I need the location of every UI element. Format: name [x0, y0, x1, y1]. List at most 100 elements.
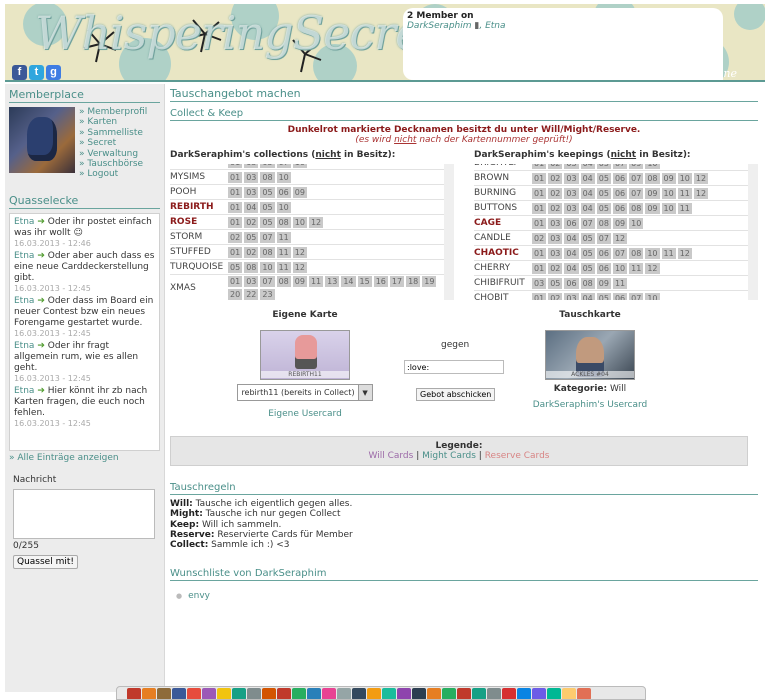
card-number[interactable]: 12: [693, 172, 709, 184]
card-number[interactable]: 04: [244, 201, 259, 213]
card-number[interactable]: 03: [564, 172, 579, 184]
card-number[interactable]: 08: [276, 216, 291, 228]
dock-card-icon[interactable]: [262, 688, 276, 699]
online-user-darkseraphim[interactable]: DarkSeraphim: [407, 21, 472, 31]
card-number[interactable]: 12: [645, 262, 660, 274]
table-row[interactable]: BROWN 01 02 03 04 05 06 07 08 09 10 12: [474, 171, 748, 186]
card-number[interactable]: 02: [548, 164, 563, 169]
dock-card-icon[interactable]: [202, 688, 216, 699]
card-number[interactable]: 02: [548, 262, 563, 274]
card-number[interactable]: 08: [645, 172, 660, 184]
collections-list[interactable]: MINAMI0103050710MYSIMS01030810POOH010305…: [170, 164, 454, 300]
card-number[interactable]: 16: [373, 276, 388, 287]
card-number[interactable]: 06: [596, 262, 611, 274]
card-number[interactable]: 08: [260, 171, 275, 183]
card-number[interactable]: 06: [612, 202, 628, 214]
card-number[interactable]: 18: [406, 276, 421, 287]
dock-card-icon[interactable]: [337, 688, 351, 699]
table-row[interactable]: POOH 01 03 05 06 09: [170, 185, 444, 200]
card-number[interactable]: 09: [292, 186, 307, 198]
card-number[interactable]: 02: [548, 172, 563, 184]
card-number[interactable]: 13: [325, 276, 340, 287]
table-row[interactable]: CHERRY 01 02 04 05 06 10 11 12: [474, 261, 748, 276]
card-number[interactable]: 04: [564, 232, 579, 244]
card-number[interactable]: 12: [612, 232, 628, 244]
dock-card-icon[interactable]: [562, 688, 576, 699]
card-number[interactable]: 08: [629, 202, 644, 214]
card-number[interactable]: 07: [629, 172, 644, 184]
card-number[interactable]: 10: [677, 172, 692, 184]
card-number[interactable]: 05: [228, 261, 243, 273]
card-number[interactable]: 04: [564, 262, 579, 274]
card-number[interactable]: 07: [629, 292, 644, 300]
card-number[interactable]: 03: [564, 202, 579, 214]
card-number[interactable]: 05: [580, 247, 595, 259]
keepings-list[interactable]: BRIGHTLY0102030405070910BROWN01020304050…: [474, 164, 758, 300]
card-number[interactable]: 05: [580, 262, 595, 274]
shout-user[interactable]: Etna: [14, 296, 34, 306]
card-number[interactable]: 09: [645, 202, 660, 214]
card-number[interactable]: 10: [645, 292, 660, 300]
card-number[interactable]: 03: [548, 232, 563, 244]
table-row[interactable]: REBIRTH 01 04 05 10: [170, 200, 444, 215]
card-number[interactable]: 01: [228, 276, 243, 287]
card-number[interactable]: 11: [276, 246, 291, 258]
table-row[interactable]: ROSE 01 02 05 08 10 12: [170, 215, 444, 230]
card-number[interactable]: 07: [612, 247, 628, 259]
google-icon[interactable]: g: [46, 65, 61, 80]
menu-tauschboerse[interactable]: » Tauschbörse: [79, 159, 147, 169]
card-number[interactable]: 06: [596, 247, 611, 259]
card-number[interactable]: 01: [228, 164, 243, 168]
message-textarea[interactable]: [13, 488, 155, 539]
dock-card-icon[interactable]: [292, 688, 306, 699]
trade-message-input[interactable]: [404, 360, 504, 374]
dock-card-icon[interactable]: [532, 688, 546, 699]
card-number[interactable]: 11: [629, 262, 644, 274]
menu-logout[interactable]: » Logout: [79, 169, 147, 179]
card-number[interactable]: 12: [677, 247, 692, 259]
dock-card-icon[interactable]: [277, 688, 291, 699]
card-number[interactable]: 01: [532, 262, 547, 274]
card-number[interactable]: 22: [244, 289, 259, 300]
card-number[interactable]: 09: [292, 276, 307, 287]
card-number[interactable]: 01: [532, 292, 547, 300]
card-number[interactable]: 03: [548, 247, 563, 259]
card-number[interactable]: 05: [596, 164, 611, 169]
dock-card-icon[interactable]: [322, 688, 336, 699]
dock-card-icon[interactable]: [457, 688, 471, 699]
dock-card-icon[interactable]: [307, 688, 321, 699]
card-number[interactable]: 09: [596, 277, 611, 289]
card-number[interactable]: 02: [532, 232, 547, 244]
card-number[interactable]: 10: [645, 164, 660, 169]
card-number[interactable]: 01: [532, 217, 547, 229]
menu-secret[interactable]: » Secret: [79, 138, 147, 148]
card-number[interactable]: 11: [661, 247, 676, 259]
dock-card-icon[interactable]: [352, 688, 366, 699]
legend-reserve[interactable]: Reserve Cards: [485, 451, 550, 461]
shout-user[interactable]: Etna: [14, 341, 34, 351]
card-number[interactable]: 07: [276, 164, 291, 168]
shout-user[interactable]: Etna: [14, 217, 34, 227]
table-row[interactable]: BUTTONS 01 02 03 04 05 06 08 09 10 11: [474, 201, 748, 216]
all-entries-link[interactable]: » Alle Einträge anzeigen: [9, 453, 160, 463]
chevron-down-icon[interactable]: ▼: [357, 385, 372, 400]
twitter-icon[interactable]: t: [29, 65, 44, 80]
card-number[interactable]: 07: [260, 231, 275, 243]
card-number[interactable]: 08: [596, 217, 611, 229]
dock-card-icon[interactable]: [577, 688, 591, 699]
dock-card-icon[interactable]: [397, 688, 411, 699]
card-number[interactable]: 01: [532, 247, 547, 259]
card-number[interactable]: 01: [228, 186, 243, 198]
card-number[interactable]: 02: [548, 292, 563, 300]
table-row[interactable]: TURQUOISE 05 08 10 11 12: [170, 260, 444, 275]
legend-will[interactable]: Will Cards: [369, 451, 414, 461]
card-number[interactable]: 09: [629, 164, 644, 169]
card-number[interactable]: 05: [260, 201, 275, 213]
card-number[interactable]: 07: [612, 164, 628, 169]
table-row[interactable]: CANDLE 02 03 04 05 07 12: [474, 231, 748, 246]
own-usercard-link[interactable]: Eigene Usercard: [210, 409, 400, 419]
dock-card-icon[interactable]: [157, 688, 171, 699]
card-number[interactable]: 05: [260, 164, 275, 168]
legend-might[interactable]: Might Cards: [422, 451, 476, 461]
card-number[interactable]: 03: [564, 187, 579, 199]
